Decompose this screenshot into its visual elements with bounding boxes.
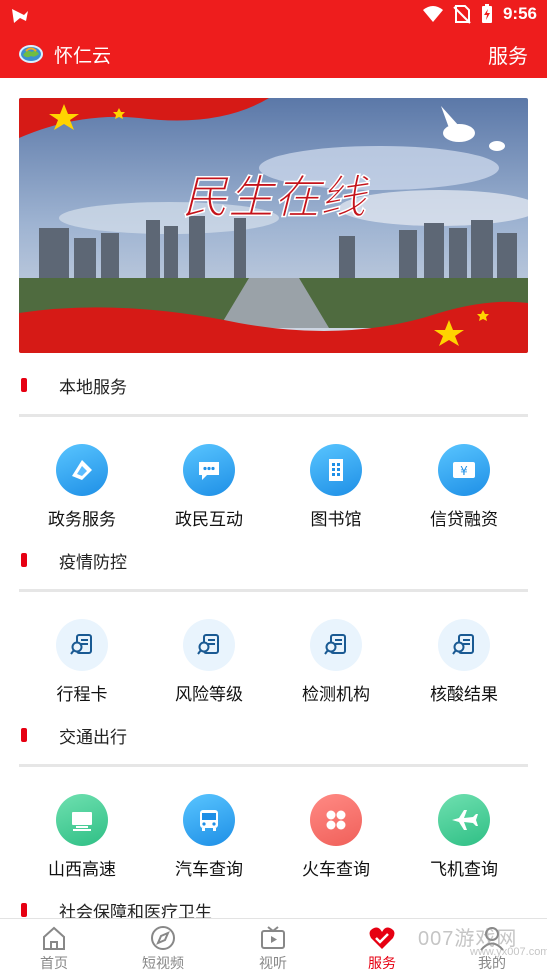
battery-charging-icon <box>481 4 492 23</box>
bus-icon <box>183 794 235 846</box>
airplane-icon <box>438 794 490 846</box>
grid-local-services: 政务服务 政民互动 图书馆 ¥ 信贷融资 <box>0 444 547 554</box>
transport-item-highway[interactable]: 山西高速 <box>22 794 142 904</box>
svg-text:¥: ¥ <box>460 464 468 478</box>
highway-monitor-icon <box>56 794 108 846</box>
epidemic-item-risk-level[interactable]: 风险等级 <box>149 619 269 729</box>
compass-icon <box>151 926 175 950</box>
section-divider <box>19 589 528 592</box>
tab-home[interactable]: 首页 <box>14 919 94 975</box>
chat-bubble-icon <box>183 444 235 496</box>
service-item-label: 信贷融资 <box>430 510 498 530</box>
app-logo-icon[interactable] <box>18 42 44 66</box>
section-marker <box>21 728 27 742</box>
library-building-icon <box>310 444 362 496</box>
tab-short-video[interactable]: 短视频 <box>123 919 203 975</box>
transport-item-label: 山西高速 <box>48 860 116 880</box>
tab-label: 视听 <box>259 956 287 972</box>
tab-label: 服务 <box>368 956 396 972</box>
section-marker <box>21 378 27 392</box>
tab-label: 短视频 <box>142 956 184 972</box>
epidemic-item-test-results[interactable]: 核酸结果 <box>404 619 524 729</box>
section-title: 本地服务 <box>59 378 127 398</box>
banner-image[interactable]: 民生在线 <box>19 98 528 353</box>
service-item-credit[interactable]: ¥ 信贷融资 <box>404 444 524 554</box>
section-transport: 交通出行 <box>0 715 547 755</box>
section-title: 交通出行 <box>59 728 127 748</box>
section-local-services: 本地服务 <box>0 365 547 405</box>
credit-card-icon: ¥ <box>438 444 490 496</box>
document-search-icon <box>438 619 490 671</box>
gov-service-icon <box>56 444 108 496</box>
app-title: 怀仁云 <box>54 45 112 67</box>
clock: 9:56 <box>502 4 537 23</box>
section-divider <box>19 764 528 767</box>
train-grid-icon <box>310 794 362 846</box>
transport-item-label: 汽车查询 <box>175 860 243 880</box>
service-item-gov[interactable]: 政务服务 <box>22 444 142 554</box>
epidemic-item-test-sites[interactable]: 检测机构 <box>276 619 396 729</box>
heart-icon <box>369 927 395 949</box>
grid-epidemic: 行程卡 风险等级 检测机构 核酸结果 <box>0 619 547 729</box>
transport-item-bus[interactable]: 汽车查询 <box>149 794 269 904</box>
transport-item-label: 飞机查询 <box>430 860 498 880</box>
app-bar-service-label[interactable]: 服务 <box>488 40 528 69</box>
status-bar: 9:56 <box>0 0 547 30</box>
home-icon <box>43 926 65 950</box>
service-item-library[interactable]: 图书馆 <box>276 444 396 554</box>
section-divider <box>19 414 528 417</box>
epidemic-item-label: 检测机构 <box>302 685 370 705</box>
tv-play-icon <box>261 926 285 949</box>
document-search-icon <box>56 619 108 671</box>
transport-item-label: 火车查询 <box>302 860 370 880</box>
tab-label: 首页 <box>40 956 68 972</box>
grid-transport: 山西高速 汽车查询 火车查询 飞机查询 <box>0 794 547 904</box>
transport-item-flight[interactable]: 飞机查询 <box>404 794 524 904</box>
transport-item-train[interactable]: 火车查询 <box>276 794 396 904</box>
section-epidemic: 疫情防控 <box>0 540 547 580</box>
wifi-icon <box>422 6 443 22</box>
epidemic-item-trip-card[interactable]: 行程卡 <box>22 619 142 729</box>
no-sim-icon <box>453 5 471 24</box>
document-search-icon <box>310 619 362 671</box>
watermark-url: www.yx007.com <box>470 946 547 958</box>
tab-audio-visual[interactable]: 视听 <box>233 919 313 975</box>
epidemic-item-label: 风险等级 <box>175 685 243 705</box>
app-bar: 怀仁云 服务 <box>0 30 547 78</box>
tab-service[interactable]: 服务 <box>342 919 422 975</box>
banner-headline: 民生在线 <box>182 170 370 224</box>
section-marker <box>21 553 27 567</box>
service-item-label: 政务服务 <box>48 510 116 530</box>
service-item-interaction[interactable]: 政民互动 <box>149 444 269 554</box>
notification-icon <box>12 9 28 23</box>
section-marker <box>21 903 27 917</box>
service-item-label: 图书馆 <box>310 510 362 530</box>
document-search-icon <box>183 619 235 671</box>
service-item-label: 政民互动 <box>175 510 243 530</box>
epidemic-item-label: 行程卡 <box>56 685 108 705</box>
epidemic-item-label: 核酸结果 <box>430 685 498 705</box>
section-title: 疫情防控 <box>59 553 127 573</box>
